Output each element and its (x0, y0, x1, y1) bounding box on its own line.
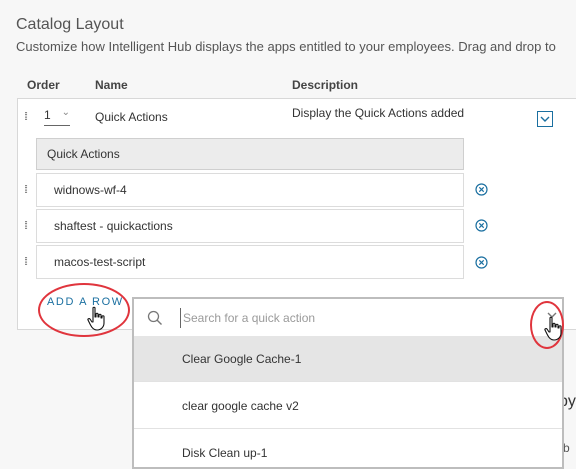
page-title: Catalog Layout (16, 16, 124, 33)
dropdown-option[interactable]: clear google cache v2 (134, 383, 562, 429)
quick-action-item: shaftest - quickactions (36, 209, 464, 243)
remove-icon[interactable] (475, 256, 488, 274)
expand-button[interactable] (537, 111, 553, 127)
quick-action-item: macos-test-script (36, 245, 464, 279)
quick-action-item: widnows-wf-4 (36, 173, 464, 207)
quick-action-dropdown: Clear Google Cache-1 clear google cache … (132, 297, 564, 469)
page-description: Customize how Intelligent Hub displays t… (16, 39, 556, 54)
order-select[interactable]: 1 ⌄ (44, 107, 70, 126)
chevron-down-icon (540, 116, 550, 122)
dropdown-option[interactable]: Disk Clean up-1 (134, 430, 562, 467)
drag-handle-icon[interactable]: ⁞⁞ (24, 257, 28, 268)
quick-actions-header: Quick Actions (36, 138, 464, 170)
row-name: Quick Actions (95, 110, 168, 124)
drag-handle-icon[interactable]: ⁞⁞ (24, 112, 28, 123)
annotation-circle (38, 283, 130, 337)
search-input[interactable] (180, 308, 483, 328)
column-header-name: Name (95, 78, 128, 92)
remove-icon[interactable] (475, 183, 488, 201)
hand-cursor-icon (87, 306, 105, 331)
search-icon (147, 310, 162, 325)
drag-handle-icon[interactable]: ⁞⁞ (24, 221, 28, 232)
search-bar (134, 299, 562, 338)
hand-cursor-icon (544, 316, 562, 341)
drag-handle-icon[interactable]: ⁞⁞ (24, 185, 28, 196)
column-header-description: Description (292, 78, 359, 92)
dropdown-option[interactable]: Clear Google Cache-1 (134, 336, 562, 382)
remove-icon[interactable] (475, 219, 488, 237)
background-text: b (563, 441, 570, 455)
chevron-down-icon: ⌄ (61, 107, 70, 118)
order-value: 1 (44, 108, 51, 122)
row-description: Display the Quick Actions added (292, 106, 465, 120)
column-header-order: Order (27, 78, 60, 92)
